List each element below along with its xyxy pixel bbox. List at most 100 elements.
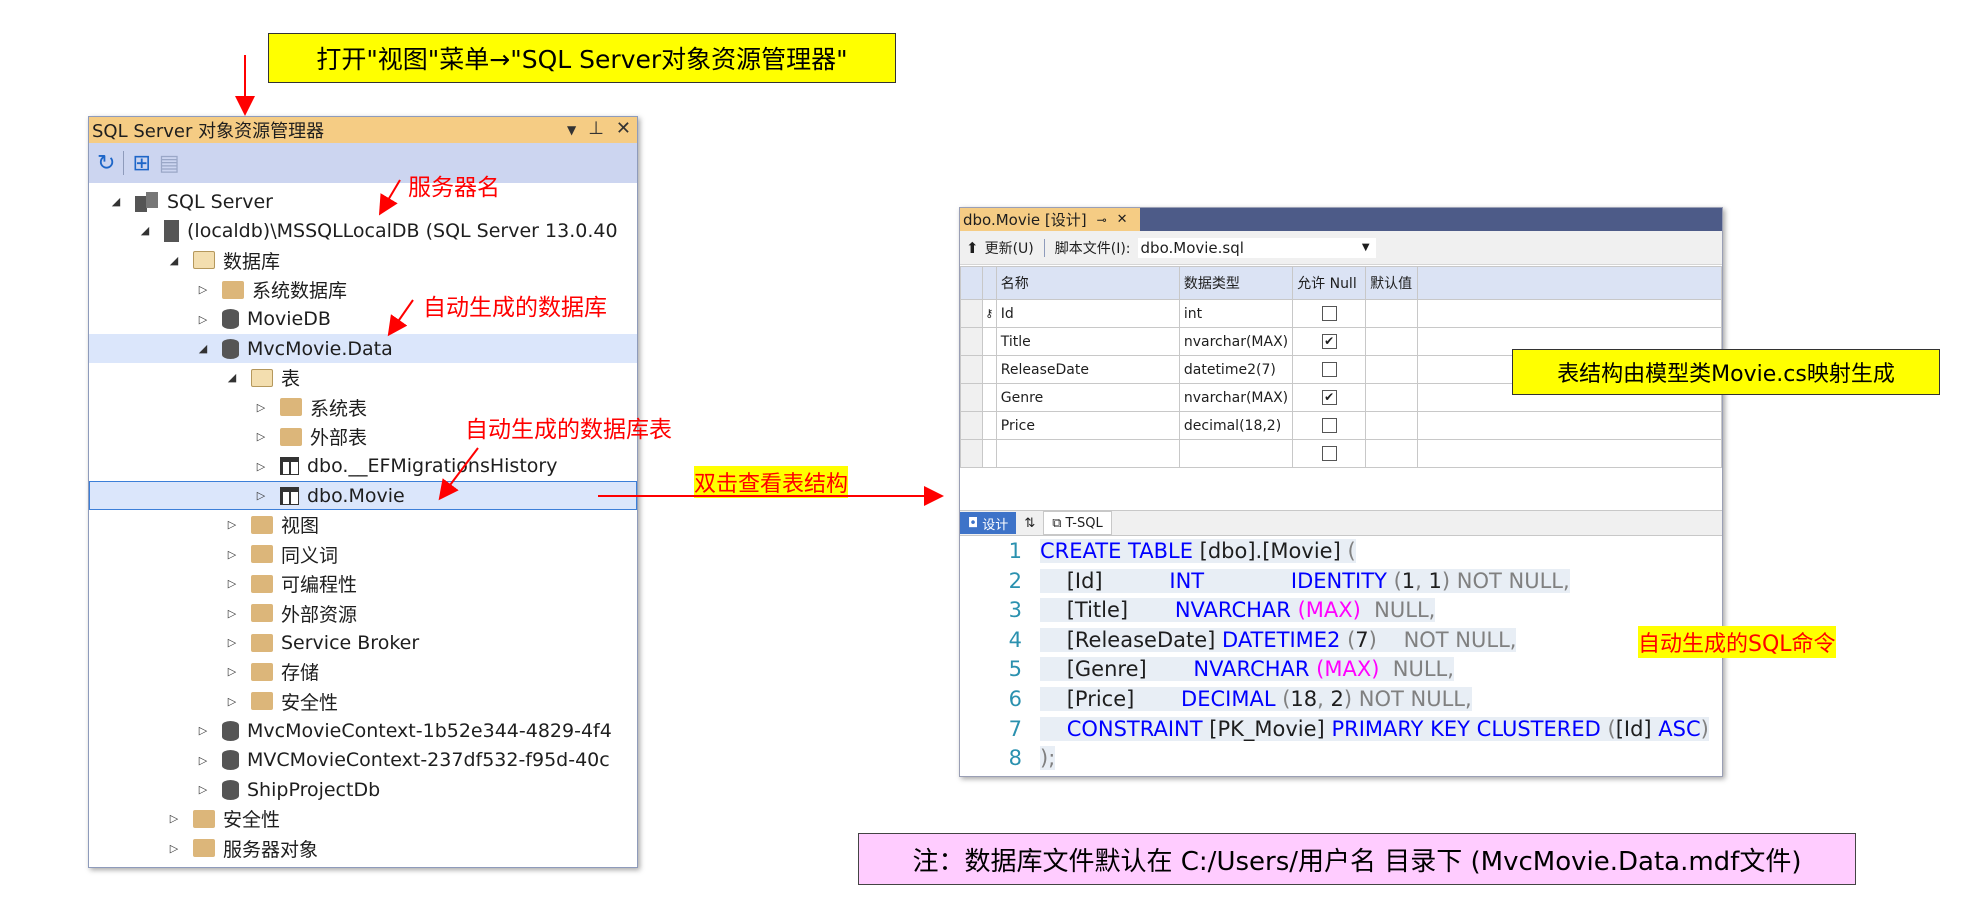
tree-item[interactable]: ▷ 存储 — [89, 657, 637, 686]
cell-type[interactable]: int — [1178, 299, 1294, 328]
pin-icon[interactable]: ⊸ — [1097, 213, 1107, 227]
collapsed-arrow-icon[interactable]: ▷ — [225, 518, 239, 531]
database-icon — [222, 309, 239, 330]
row-selector[interactable] — [960, 439, 983, 468]
close-icon[interactable]: ✕ — [1117, 212, 1128, 227]
table-row[interactable]: Price decimal(18,2) — [960, 411, 1722, 440]
tree-item[interactable]: ◢ (localdb)\MSSQLLocalDB (SQL Server 13.0… — [89, 216, 637, 245]
col-header-name[interactable]: 名称 — [995, 266, 1180, 300]
collapsed-arrow-icon[interactable]: ▷ — [196, 783, 210, 796]
checked-checkbox[interactable]: ✔ — [1321, 390, 1337, 405]
script-file-select[interactable]: dbo.Movie.sql ▼ — [1136, 236, 1377, 259]
tree-item[interactable]: ◢ SQL Server — [89, 187, 637, 216]
collapsed-arrow-icon[interactable]: ▷ — [254, 401, 268, 414]
row-selector[interactable] — [960, 299, 983, 328]
add-server-icon[interactable]: ⊞ — [132, 151, 150, 176]
tree-item[interactable]: ◢ MvcMovie.Data — [89, 334, 637, 363]
collapsed-arrow-icon[interactable]: ▷ — [196, 754, 210, 767]
collapsed-arrow-icon[interactable]: ▷ — [254, 489, 268, 502]
tree-item[interactable]: ▷ Service Broker — [89, 628, 637, 657]
tree-item[interactable]: ▷ 服务器对象 — [89, 834, 637, 863]
cell-name[interactable]: Price — [995, 411, 1180, 440]
expanded-arrow-icon[interactable]: ◢ — [196, 342, 210, 355]
cell-type[interactable] — [1178, 439, 1294, 468]
cell-type[interactable]: decimal(18,2) — [1178, 411, 1294, 440]
row-selector[interactable] — [960, 383, 983, 412]
collapsed-arrow-icon[interactable]: ▷ — [254, 430, 268, 443]
cell-default[interactable] — [1365, 411, 1419, 440]
cell-default[interactable] — [1365, 439, 1419, 468]
cell-type[interactable]: nvarchar(MAX) — [1178, 327, 1294, 356]
collapsed-arrow-icon[interactable]: ▷ — [225, 695, 239, 708]
explorer-titlebar: SQL Server 对象资源管理器 ▼ ⊥ ✕ — [89, 117, 637, 143]
collapsed-arrow-icon[interactable]: ▷ — [225, 577, 239, 590]
collapsed-arrow-icon[interactable]: ▷ — [225, 607, 239, 620]
row-selector[interactable] — [960, 327, 983, 356]
tab-design[interactable]: ◘ 设计 — [960, 512, 1017, 534]
cell-name[interactable]: Genre — [995, 383, 1180, 412]
expanded-arrow-icon[interactable]: ◢ — [109, 195, 123, 208]
table-row[interactable]: ⚷ Id int — [960, 299, 1722, 328]
cell-default[interactable] — [1365, 355, 1419, 384]
collapsed-arrow-icon[interactable]: ▷ — [196, 283, 210, 296]
update-button[interactable]: 更新(U) — [985, 238, 1034, 258]
collapsed-arrow-icon[interactable]: ▷ — [225, 548, 239, 561]
tree-item[interactable]: ▷ MVCMovieContext-237df532-f95d-40c — [89, 746, 637, 775]
tab-tsql[interactable]: ⧉ T-SQL — [1043, 511, 1112, 535]
col-header-nullable[interactable]: 允许 Null — [1292, 266, 1367, 300]
tree-item[interactable]: ▷ dbo.__EFMigrationsHistory — [89, 452, 637, 481]
designer-bottom-tabs: ◘ 设计 ⇅ ⧉ T-SQL — [960, 510, 1722, 536]
cell-name[interactable]: Title — [995, 327, 1180, 356]
cell-default[interactable] — [1365, 327, 1419, 356]
cell-type[interactable]: datetime2(7) — [1178, 355, 1294, 384]
cell-default[interactable] — [1365, 383, 1419, 412]
unchecked-checkbox[interactable] — [1321, 446, 1337, 461]
collapsed-arrow-icon[interactable]: ▷ — [254, 460, 268, 473]
folder-icon — [251, 515, 273, 534]
unchecked-checkbox[interactable] — [1321, 418, 1337, 433]
cell-name[interactable]: ReleaseDate — [995, 355, 1180, 384]
collapsed-arrow-icon[interactable]: ▷ — [196, 724, 210, 737]
tree-item[interactable]: ◢ 数据库 — [89, 246, 637, 275]
expanded-arrow-icon[interactable]: ◢ — [167, 254, 181, 267]
tree-item[interactable]: ▷ ShipProjectDb — [89, 775, 637, 804]
col-header-type[interactable]: 数据类型 — [1178, 266, 1294, 300]
tree-item[interactable]: ▷ 外部资源 — [89, 599, 637, 628]
pin-icon[interactable]: ⊥ — [588, 118, 604, 142]
unchecked-checkbox[interactable] — [1321, 306, 1337, 321]
table-row[interactable] — [960, 439, 1722, 468]
collapsed-arrow-icon[interactable]: ▷ — [225, 636, 239, 649]
row-selector[interactable] — [960, 411, 983, 440]
server-icon — [164, 219, 179, 242]
tree-item[interactable]: ▷ 安全性 — [89, 804, 637, 833]
tree-item[interactable]: ▷ 同义词 — [89, 540, 637, 569]
tree-item[interactable]: ▷ 视图 — [89, 510, 637, 539]
collapsed-arrow-icon[interactable]: ▷ — [225, 665, 239, 678]
row-selector[interactable] — [960, 355, 983, 384]
tree-item[interactable]: ▷ MvcMovieContext-1b52e344-4829-4f4 — [89, 716, 637, 745]
expanded-arrow-icon[interactable]: ◢ — [225, 371, 239, 384]
refresh-icon[interactable]: ↻ — [97, 151, 115, 176]
expanded-arrow-icon[interactable]: ◢ — [138, 224, 152, 237]
col-header-default[interactable]: 默认值 — [1365, 266, 1419, 300]
cell-type[interactable]: nvarchar(MAX) — [1178, 383, 1294, 412]
cell-default[interactable] — [1365, 299, 1419, 328]
close-icon[interactable]: ✕ — [616, 118, 631, 142]
tree-item[interactable]: ▷ 安全性 — [89, 687, 637, 716]
code-line: 2 [Id] INT IDENTITY (1, 1) NOT NULL, — [960, 566, 1570, 596]
checked-checkbox[interactable]: ✔ — [1321, 334, 1337, 349]
tree-item[interactable]: ▷ dbo.Movie — [89, 481, 637, 510]
collapsed-arrow-icon[interactable]: ▷ — [196, 313, 210, 326]
tree-item[interactable]: ◢ 表 — [89, 363, 637, 392]
tsql-code-editor[interactable]: 1 CREATE TABLE [dbo].[Movie] (2 [Id] INT … — [960, 535, 1722, 776]
dropdown-icon[interactable]: ▼ — [567, 118, 576, 142]
filter-icon[interactable]: ▤ — [159, 151, 180, 176]
unchecked-checkbox[interactable] — [1321, 362, 1337, 377]
collapsed-arrow-icon[interactable]: ▷ — [167, 812, 181, 825]
swap-panes-button[interactable]: ⇅ — [1016, 512, 1043, 534]
cell-name[interactable] — [995, 439, 1180, 468]
tab-dbo-movie-design[interactable]: dbo.Movie [设计] ⊸ ✕ — [960, 208, 1140, 231]
collapsed-arrow-icon[interactable]: ▷ — [167, 842, 181, 855]
tree-item[interactable]: ▷ 可编程性 — [89, 569, 637, 598]
cell-name[interactable]: Id — [995, 299, 1180, 328]
